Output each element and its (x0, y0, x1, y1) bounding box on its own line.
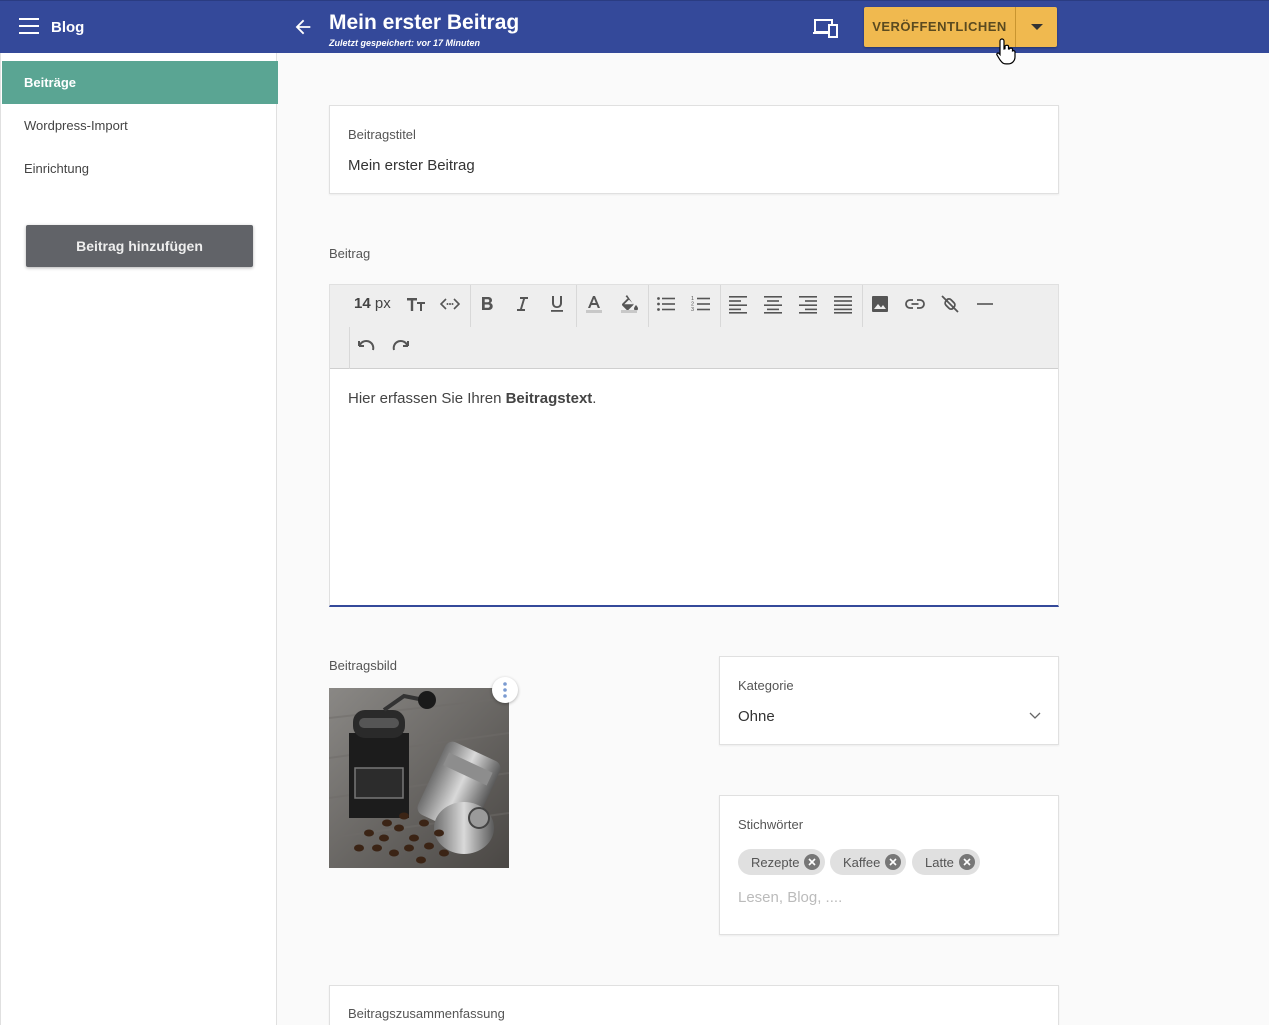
align-justify-icon[interactable] (829, 290, 857, 318)
bold-icon[interactable] (473, 290, 501, 318)
align-left-icon[interactable] (724, 290, 752, 318)
sidebar: Beiträge Wordpress-Import Einrichtung Be… (0, 53, 278, 1025)
category-label: Kategorie (738, 678, 794, 693)
preview-devices-icon[interactable] (813, 17, 839, 39)
code-icon[interactable] (436, 290, 464, 318)
summary-field-card[interactable]: Beitragszusammenfassung (329, 985, 1059, 1025)
publish-options-button[interactable] (1016, 7, 1057, 47)
category-select[interactable]: Kategorie Ohne (719, 656, 1059, 745)
remove-tag-icon[interactable] (958, 854, 975, 870)
body-text-bold: Beitragstext (505, 390, 593, 407)
numbered-list-icon[interactable]: 123 (687, 290, 715, 318)
svg-text:3: 3 (691, 307, 694, 313)
app-title: Blog (51, 19, 85, 36)
menu-icon[interactable] (19, 18, 39, 36)
remove-tag-icon[interactable] (804, 854, 821, 870)
tag-chip: Rezepte (738, 849, 826, 875)
title-field-value[interactable]: Mein erster Beitrag (348, 157, 475, 174)
fill-color-icon[interactable] (615, 290, 643, 318)
more-vert-icon (503, 682, 507, 698)
editor-toolbar: 14 px 123 (330, 285, 1058, 369)
body-label: Beitrag (329, 246, 371, 261)
hand-cursor-icon (996, 38, 1016, 65)
title-field-label: Beitragstitel (348, 127, 416, 142)
saved-status: Zuletzt gespeichert: vor 17 Minuten (329, 38, 481, 48)
horizontal-rule-icon[interactable] (971, 290, 999, 318)
sidebar-item-beitraege[interactable]: Beiträge (2, 61, 278, 104)
link-icon[interactable] (901, 290, 929, 318)
image-icon[interactable] (866, 290, 894, 318)
tag-label: Latte (925, 854, 954, 870)
summary-label: Beitragszusammenfassung (348, 1006, 505, 1021)
image-label: Beitragsbild (329, 658, 397, 673)
font-color-icon[interactable] (580, 290, 608, 318)
body-text-plain: Hier erfassen Sie Ihren (348, 390, 506, 407)
tag-chip: Latte (912, 849, 980, 875)
image-options-button[interactable] (492, 677, 518, 703)
tag-label: Kaffee (843, 854, 881, 870)
tag-input[interactable] (738, 889, 1038, 906)
chevron-down-icon (1029, 712, 1041, 719)
remove-tag-icon[interactable] (885, 854, 902, 870)
rich-text-editor: 14 px 123 Hier erfassen Sie Ihren Beitra… (329, 284, 1059, 607)
text-size-icon[interactable] (402, 290, 430, 318)
category-value: Ohne (738, 708, 775, 725)
tag-label: Rezepte (751, 854, 800, 870)
font-size-selector[interactable]: 14 px (354, 295, 391, 312)
publish-button-group: VERÖFFENTLICHEN (864, 7, 1057, 47)
post-title: Mein erster Beitrag (329, 11, 520, 34)
unlink-icon[interactable] (936, 290, 964, 318)
bullet-list-icon[interactable] (652, 290, 680, 318)
italic-icon[interactable] (508, 290, 536, 318)
tags-label: Stichwörter (738, 817, 804, 832)
top-app-bar: Blog Mein erster Beitrag Zuletzt gespeic… (0, 0, 1269, 65)
publish-button[interactable]: VERÖFFENTLICHEN (864, 7, 1016, 47)
body-text-end: . (592, 390, 597, 407)
caret-down-icon (1030, 24, 1043, 30)
underline-icon[interactable] (543, 290, 571, 318)
font-size-unit: px (374, 295, 391, 312)
font-size-value: 14 (354, 295, 371, 312)
align-center-icon[interactable] (759, 290, 787, 318)
editor-content[interactable]: Hier erfassen Sie Ihren Beitragstext. (348, 390, 596, 407)
add-post-button[interactable]: Beitrag hinzufügen (26, 225, 253, 267)
redo-icon[interactable] (387, 333, 415, 361)
title-field-card[interactable]: Beitragstitel Mein erster Beitrag (329, 105, 1059, 194)
sidebar-item-wordpress-import[interactable]: Wordpress-Import (2, 104, 278, 147)
sidebar-item-einrichtung[interactable]: Einrichtung (2, 147, 278, 190)
align-right-icon[interactable] (794, 290, 822, 318)
featured-image[interactable] (329, 688, 509, 868)
undo-icon[interactable] (352, 333, 380, 361)
tag-chip: Kaffee (830, 849, 907, 875)
back-arrow-icon[interactable] (292, 16, 314, 38)
